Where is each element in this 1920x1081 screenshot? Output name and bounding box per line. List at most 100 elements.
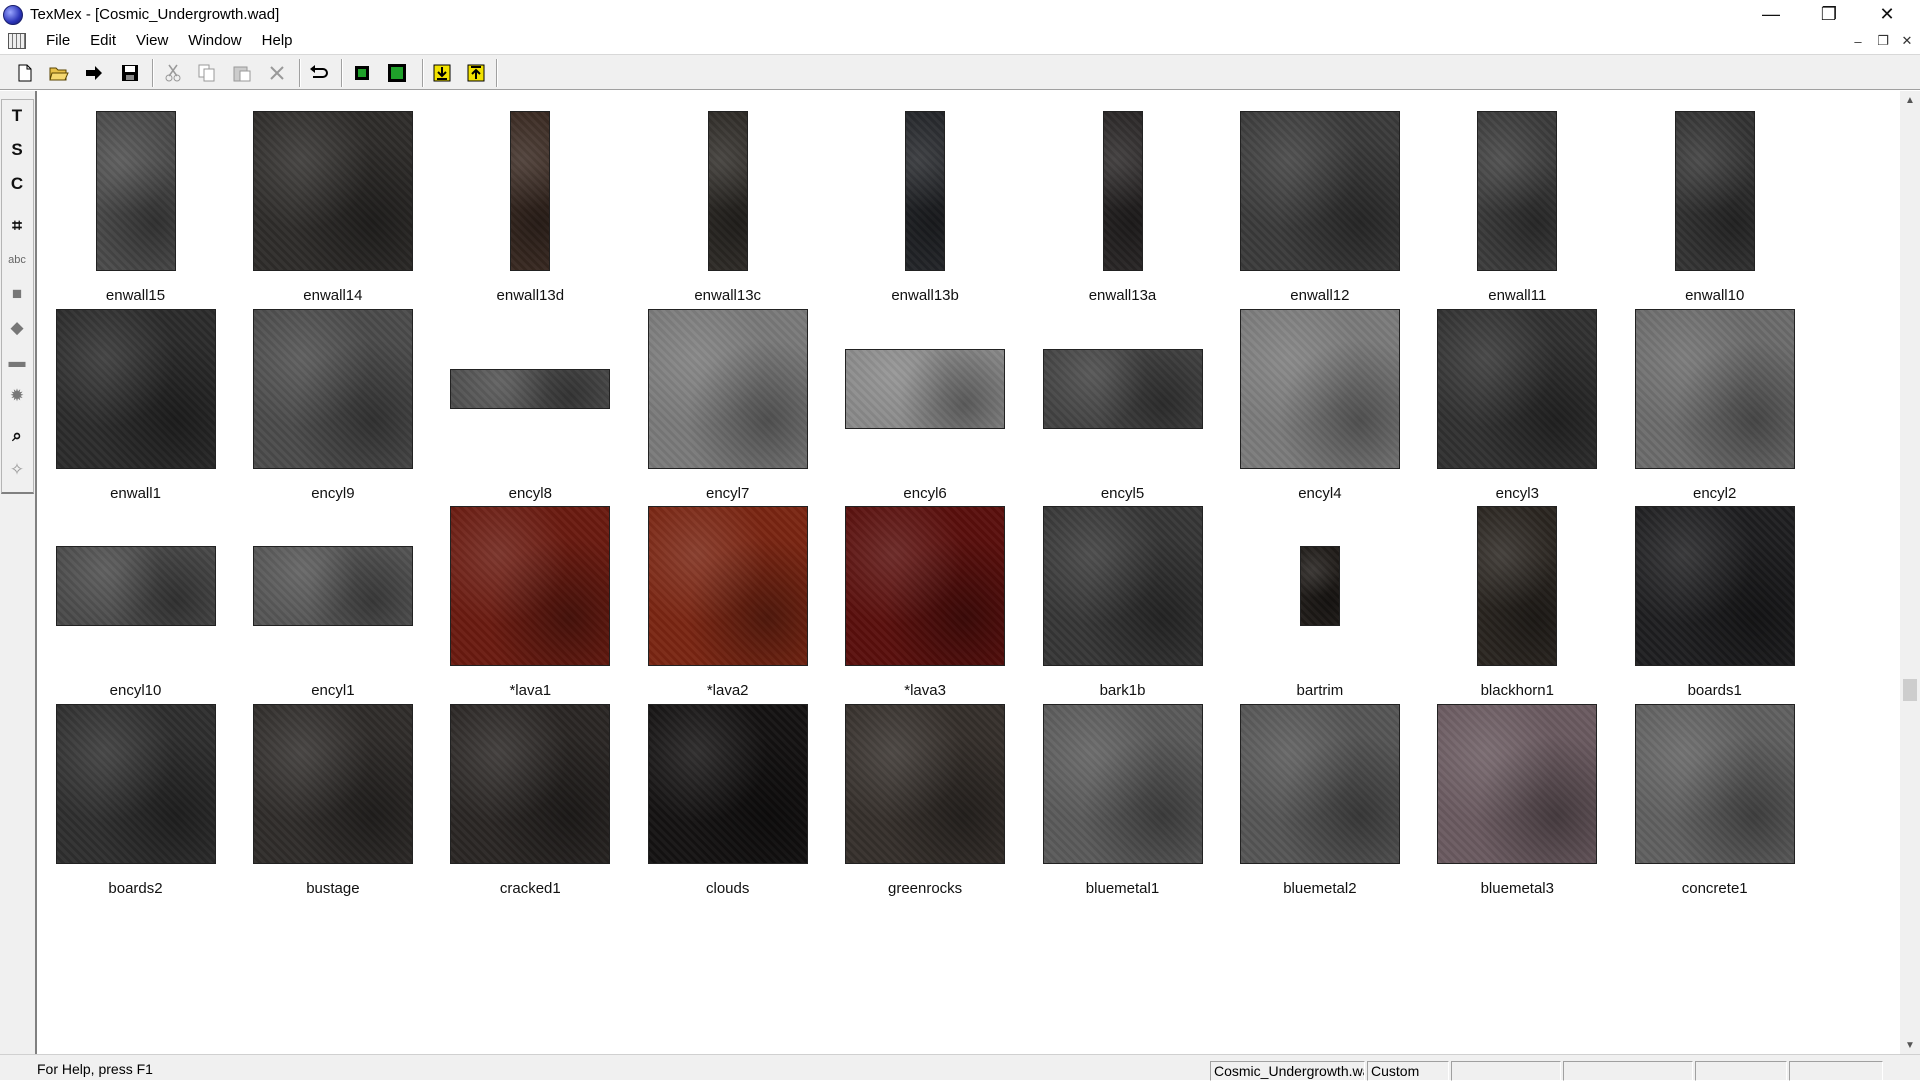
texture-thumbnail[interactable] — [95, 111, 176, 271]
text-tool-icon[interactable]: T — [5, 103, 29, 129]
texture-thumbnail[interactable] — [1477, 111, 1558, 271]
scroll-thumb[interactable] — [1903, 679, 1917, 701]
burst-icon[interactable]: ✹ — [5, 383, 29, 409]
export-icon[interactable] — [429, 61, 455, 85]
minimize-button[interactable]: — — [1742, 0, 1800, 29]
texture-item[interactable]: clouds — [647, 703, 845, 902]
texture-item[interactable]: concrete1 — [1634, 703, 1832, 902]
texture-thumbnail[interactable] — [647, 506, 808, 666]
child-close-button[interactable]: ✕ — [1896, 31, 1918, 51]
texture-item[interactable]: encyl7 — [647, 308, 845, 507]
texture-item[interactable]: encyl1 — [252, 506, 450, 704]
rename-icon[interactable]: abc — [5, 247, 29, 273]
undo-icon[interactable] — [306, 61, 332, 85]
texture-item[interactable]: enwall14 — [252, 111, 450, 309]
view-single-icon[interactable] — [349, 61, 375, 85]
texture-item[interactable]: encyl10 — [55, 506, 253, 704]
vertical-scrollbar[interactable]: ▲ ▼ — [1900, 91, 1920, 1054]
texture-thumbnail[interactable] — [1674, 111, 1755, 271]
texture-thumbnail[interactable] — [1239, 703, 1400, 864]
texture-item[interactable]: encyl3 — [1437, 308, 1635, 507]
texture-thumbnail[interactable] — [252, 111, 413, 271]
texture-item[interactable]: *lava3 — [845, 506, 1043, 704]
texture-thumbnail[interactable] — [450, 506, 611, 666]
texture-thumbnail[interactable] — [1634, 506, 1795, 666]
restore-button[interactable]: ❐ — [1800, 0, 1858, 29]
texture-item[interactable]: boards2 — [55, 703, 253, 902]
texture-thumbnail[interactable] — [252, 703, 413, 864]
texture-thumbnail[interactable] — [1239, 111, 1400, 271]
document-icon[interactable] — [8, 33, 26, 49]
menu-help[interactable]: Help — [252, 29, 303, 53]
texture-thumbnail[interactable] — [1042, 703, 1203, 864]
pick-icon[interactable]: ✧ — [5, 457, 29, 483]
texture-item[interactable]: enwall13b — [846, 111, 1043, 309]
stamp-icon[interactable]: ◆ — [5, 315, 29, 341]
cut-icon[interactable] — [160, 61, 186, 85]
c-tool-icon[interactable]: C — [5, 171, 29, 197]
texture-thumbnail[interactable] — [707, 111, 748, 271]
texture-thumbnail[interactable] — [55, 308, 216, 469]
texture-item[interactable]: bustage — [252, 703, 450, 902]
texture-item[interactable]: enwall13a — [1043, 111, 1240, 309]
texture-item[interactable]: enwall15 — [56, 111, 253, 309]
texture-item[interactable]: bartrim — [1240, 506, 1437, 704]
texture-thumbnail[interactable] — [55, 546, 216, 626]
menu-edit[interactable]: Edit — [80, 29, 126, 53]
eraser-icon[interactable]: ▬ — [5, 349, 29, 375]
texture-item[interactable]: cracked1 — [450, 703, 648, 902]
texture-thumbnail[interactable] — [1437, 308, 1598, 469]
child-minimize-button[interactable]: – — [1847, 31, 1869, 51]
texture-item[interactable]: enwall10 — [1635, 111, 1832, 309]
texture-thumbnail[interactable] — [252, 308, 413, 469]
texture-item[interactable]: bluemetal3 — [1437, 703, 1635, 902]
texture-thumbnail[interactable] — [1634, 308, 1795, 469]
texture-thumbnail[interactable] — [510, 111, 551, 271]
scroll-down-icon[interactable]: ▼ — [1900, 1036, 1920, 1054]
fill-icon[interactable]: ■ — [5, 281, 29, 307]
s-tool-icon[interactable]: S — [5, 137, 29, 163]
open-icon[interactable] — [46, 61, 72, 85]
new-icon[interactable] — [12, 61, 38, 85]
import-texture-icon[interactable] — [463, 61, 489, 85]
texture-thumbnail[interactable] — [1042, 506, 1203, 666]
save-icon[interactable] — [117, 61, 143, 85]
texture-thumbnail[interactable] — [647, 308, 808, 469]
zoom-icon[interactable]: ⌕ — [5, 423, 29, 449]
texture-item[interactable]: encyl4 — [1239, 308, 1437, 507]
texture-item[interactable]: encyl2 — [1634, 308, 1832, 507]
texture-thumbnail[interactable] — [905, 111, 946, 271]
texture-item[interactable]: blackhorn1 — [1438, 506, 1635, 704]
texture-thumbnail[interactable] — [1634, 703, 1795, 864]
close-button[interactable]: ✕ — [1858, 0, 1916, 29]
texture-thumbnail[interactable] — [1299, 546, 1340, 626]
texture-item[interactable]: encyl9 — [252, 308, 450, 507]
texture-thumbnail[interactable] — [55, 703, 216, 864]
texture-item[interactable]: encyl8 — [450, 309, 648, 507]
texture-thumbnail[interactable] — [845, 348, 1006, 429]
texture-thumbnail[interactable] — [845, 506, 1006, 666]
texture-item[interactable]: bluemetal1 — [1042, 703, 1240, 902]
texture-thumbnail[interactable] — [1437, 703, 1598, 864]
texture-thumbnail[interactable] — [450, 368, 611, 409]
texture-thumbnail[interactable] — [252, 546, 413, 626]
texture-item[interactable]: *lava2 — [647, 506, 845, 704]
texture-item[interactable]: bark1b — [1042, 506, 1240, 704]
texture-item[interactable]: enwall11 — [1438, 111, 1635, 309]
texture-thumbnail[interactable] — [1477, 506, 1558, 666]
paste-icon[interactable] — [229, 61, 255, 85]
menu-view[interactable]: View — [126, 29, 178, 53]
texture-item[interactable]: enwall12 — [1239, 111, 1437, 309]
texture-thumbnail[interactable] — [1102, 111, 1143, 271]
texture-item[interactable]: bluemetal2 — [1239, 703, 1437, 902]
copy-icon[interactable] — [194, 61, 220, 85]
texture-item[interactable]: *lava1 — [450, 506, 648, 704]
delete-icon[interactable] — [264, 61, 290, 85]
menu-file[interactable]: File — [36, 29, 80, 53]
crop-icon[interactable]: ⌗ — [5, 213, 29, 239]
texture-item[interactable]: enwall13d — [451, 111, 648, 309]
app-icon[interactable] — [3, 4, 23, 25]
texture-item[interactable]: encyl6 — [845, 309, 1043, 507]
texture-item[interactable]: enwall13c — [648, 111, 845, 309]
import-icon[interactable] — [81, 61, 107, 85]
